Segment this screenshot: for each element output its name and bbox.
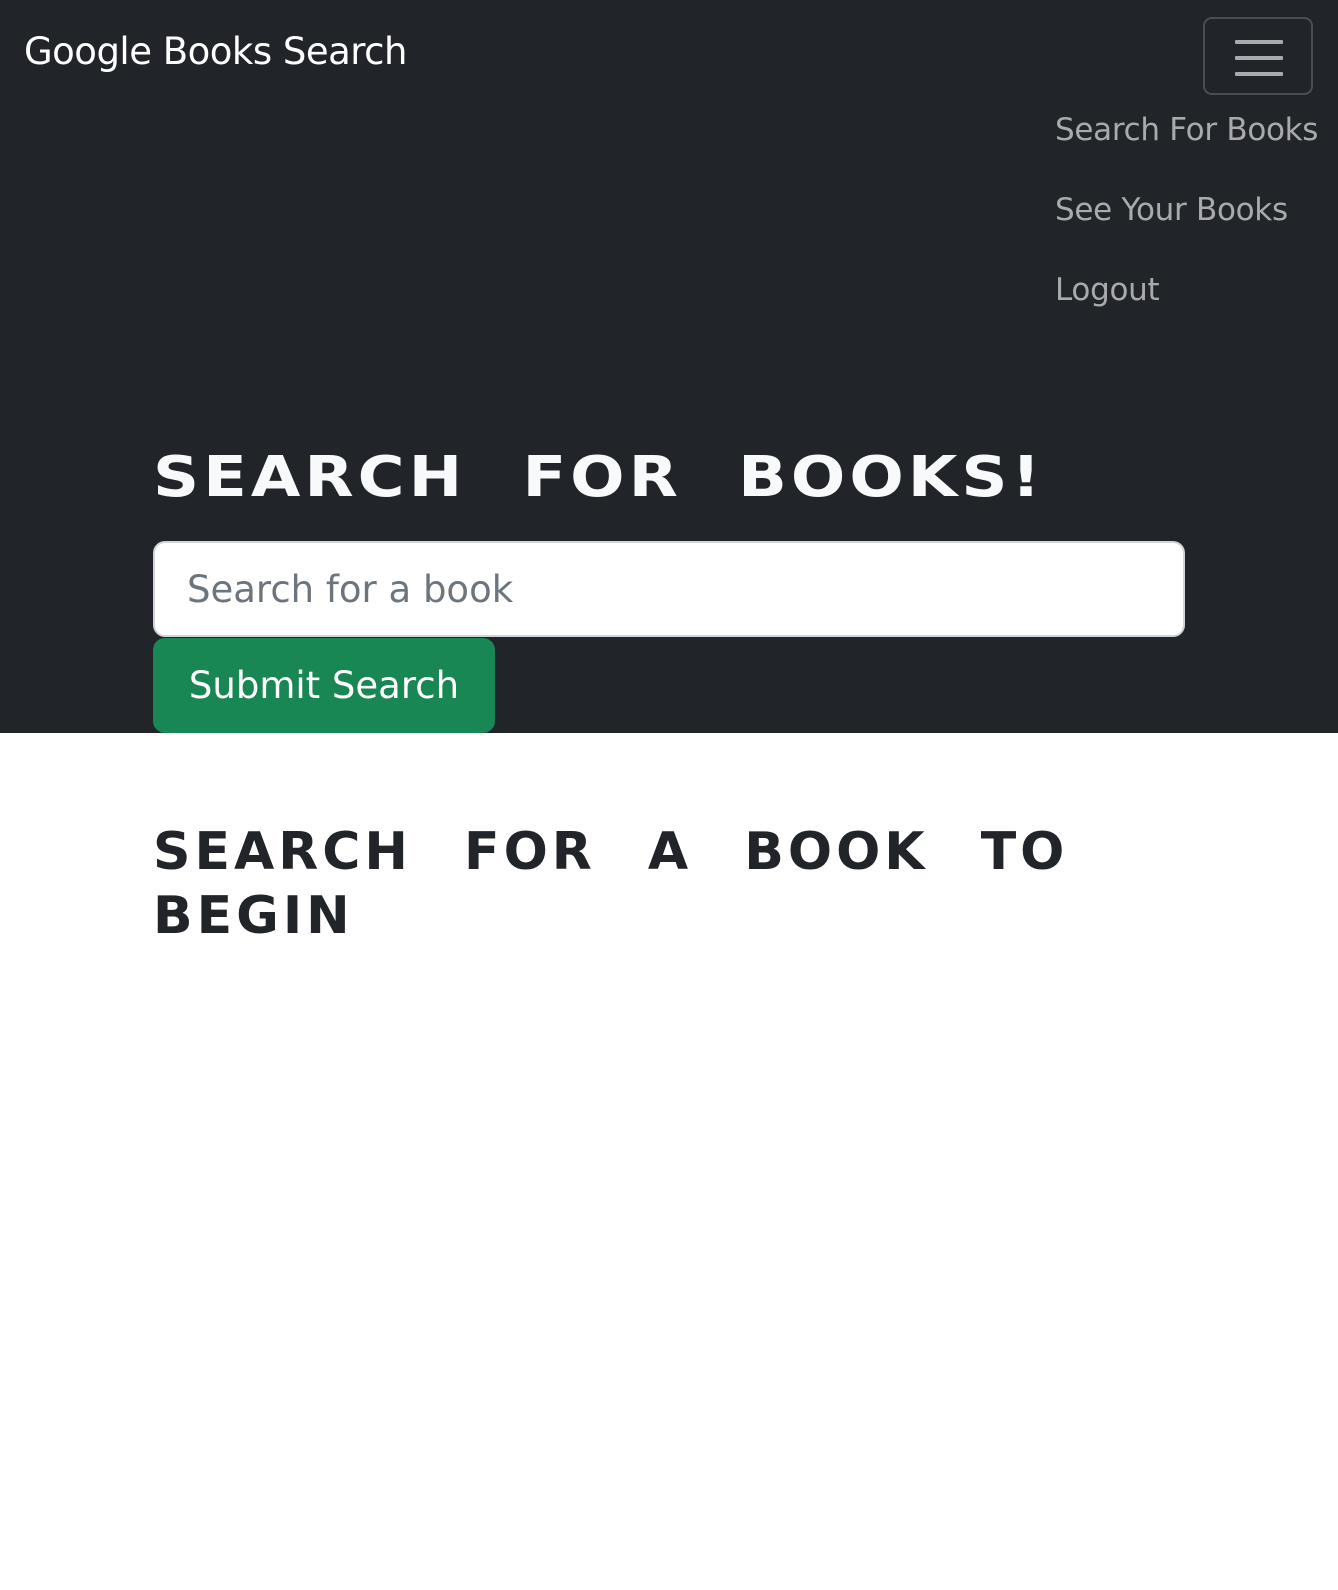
submit-search-button[interactable]: Submit Search — [153, 638, 495, 733]
nav-item-logout: Logout — [1055, 272, 1318, 352]
results-heading: SEARCH FOR A BOOK TO BEGIN — [153, 822, 1069, 946]
navbar-toggler-button[interactable] — [1203, 17, 1313, 95]
nav-item-search: Search For Books — [1055, 112, 1318, 192]
nav-link-search-for-books[interactable]: Search For Books — [1055, 112, 1318, 148]
hamburger-menu-icon — [1235, 40, 1283, 76]
nav-link-logout[interactable]: Logout — [1055, 272, 1160, 308]
navbar-brand[interactable]: Google Books Search — [24, 30, 407, 73]
hero-title: SEARCH FOR BOOKS! — [153, 445, 1045, 511]
nav-menu: Search For Books See Your Books Logout — [1055, 112, 1318, 352]
nav-item-saved: See Your Books — [1055, 192, 1318, 272]
search-input[interactable] — [153, 541, 1185, 637]
header-section: Google Books Search Search For Books See… — [0, 0, 1338, 733]
nav-link-see-your-books[interactable]: See Your Books — [1055, 192, 1288, 228]
